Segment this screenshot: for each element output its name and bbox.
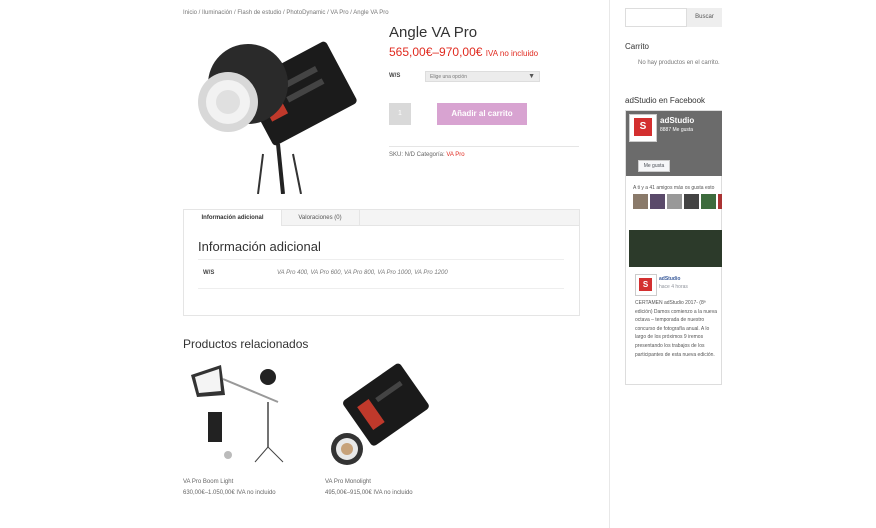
facebook-post-text: CERTAMEN adStudio 2017- (8ª edición) Dam… (635, 300, 717, 358)
product-title: Angle VA Pro (389, 24, 478, 41)
facebook-like-button[interactable]: Me gusta (638, 160, 670, 172)
facebook-page-name[interactable]: adStudio (660, 116, 694, 125)
panel-title: Información adicional (198, 239, 321, 254)
facebook-like-label: Me gusta (643, 163, 665, 169)
variation-select[interactable]: Elige una opción ▼ (425, 71, 540, 82)
facebook-friend-avatars[interactable] (633, 194, 722, 212)
adstudio-logo: S (639, 278, 652, 291)
cart-widget-title: Carrito (625, 42, 650, 51)
breadcrumb[interactable]: Inicio / Iluminación / Flash de estudio … (183, 10, 389, 16)
price-range: 565,00€–970,00€ (389, 45, 483, 59)
attribute-divider-bottom (198, 288, 564, 289)
tax-note: IVA no incluido (485, 49, 539, 58)
quantity-input[interactable]: 1 (389, 103, 411, 125)
facebook-post-author[interactable]: adStudio (659, 276, 680, 282)
facebook-widget-title: adStudio en Facebook (625, 96, 706, 105)
related-products-title: Productos relacionados (183, 337, 309, 351)
facebook-post-time[interactable]: hace 4 horas (659, 284, 688, 290)
variation-label: W/S (389, 73, 401, 79)
tab-reviews[interactable]: Valoraciones (0) (281, 210, 360, 226)
related-product-image-monolight[interactable] (325, 357, 440, 469)
related-product-name[interactable]: VA Pro Monolight (325, 479, 371, 485)
cart-empty-message: No hay productos en el carrito. (638, 60, 720, 66)
related-product-price: 630,00€–1.050,00€ IVA no incluido (183, 490, 276, 496)
content-sidebar-divider (609, 0, 610, 528)
product-tabs: Información adicional Valoraciones (0) (183, 209, 580, 226)
facebook-page-avatar[interactable]: S (629, 114, 657, 142)
attribute-name: W/S (203, 270, 215, 276)
attribute-value: VA Pro 400, VA Pro 600, VA Pro 800, VA P… (277, 270, 448, 276)
tab-additional-info[interactable]: Información adicional (184, 210, 282, 226)
related-product-name[interactable]: VA Pro Boom Light (183, 479, 233, 485)
facebook-friends-like: A ti y a 41 amigos más os gusta esto (633, 185, 715, 191)
triangle-down-icon: ▼ (528, 73, 535, 80)
product-price: 565,00€–970,00€ IVA no incluido (389, 45, 538, 59)
add-to-cart-button[interactable]: Añadir al carrito (437, 103, 527, 125)
facebook-post-banner[interactable] (629, 230, 722, 267)
adstudio-logo: S (634, 118, 652, 136)
search-input[interactable] (625, 8, 687, 27)
product-meta: SKU: N/D Categoría: VA Pro (389, 152, 465, 158)
search-button[interactable]: Buscar (687, 8, 722, 27)
product-image[interactable] (183, 24, 373, 194)
category-link[interactable]: VA Pro (446, 152, 464, 158)
facebook-likes-count: 8887 Me gusta (660, 127, 694, 133)
related-product-price: 495,00€–915,00€ IVA no incluido (325, 490, 413, 496)
summary-divider (389, 146, 579, 147)
select-placeholder: Elige una opción (430, 74, 467, 80)
related-product-image-boom-light[interactable] (183, 357, 298, 469)
attribute-divider-top (198, 259, 564, 260)
sku-label: SKU: N/D Categoría: (389, 152, 445, 158)
facebook-post-avatar: S (635, 274, 657, 296)
